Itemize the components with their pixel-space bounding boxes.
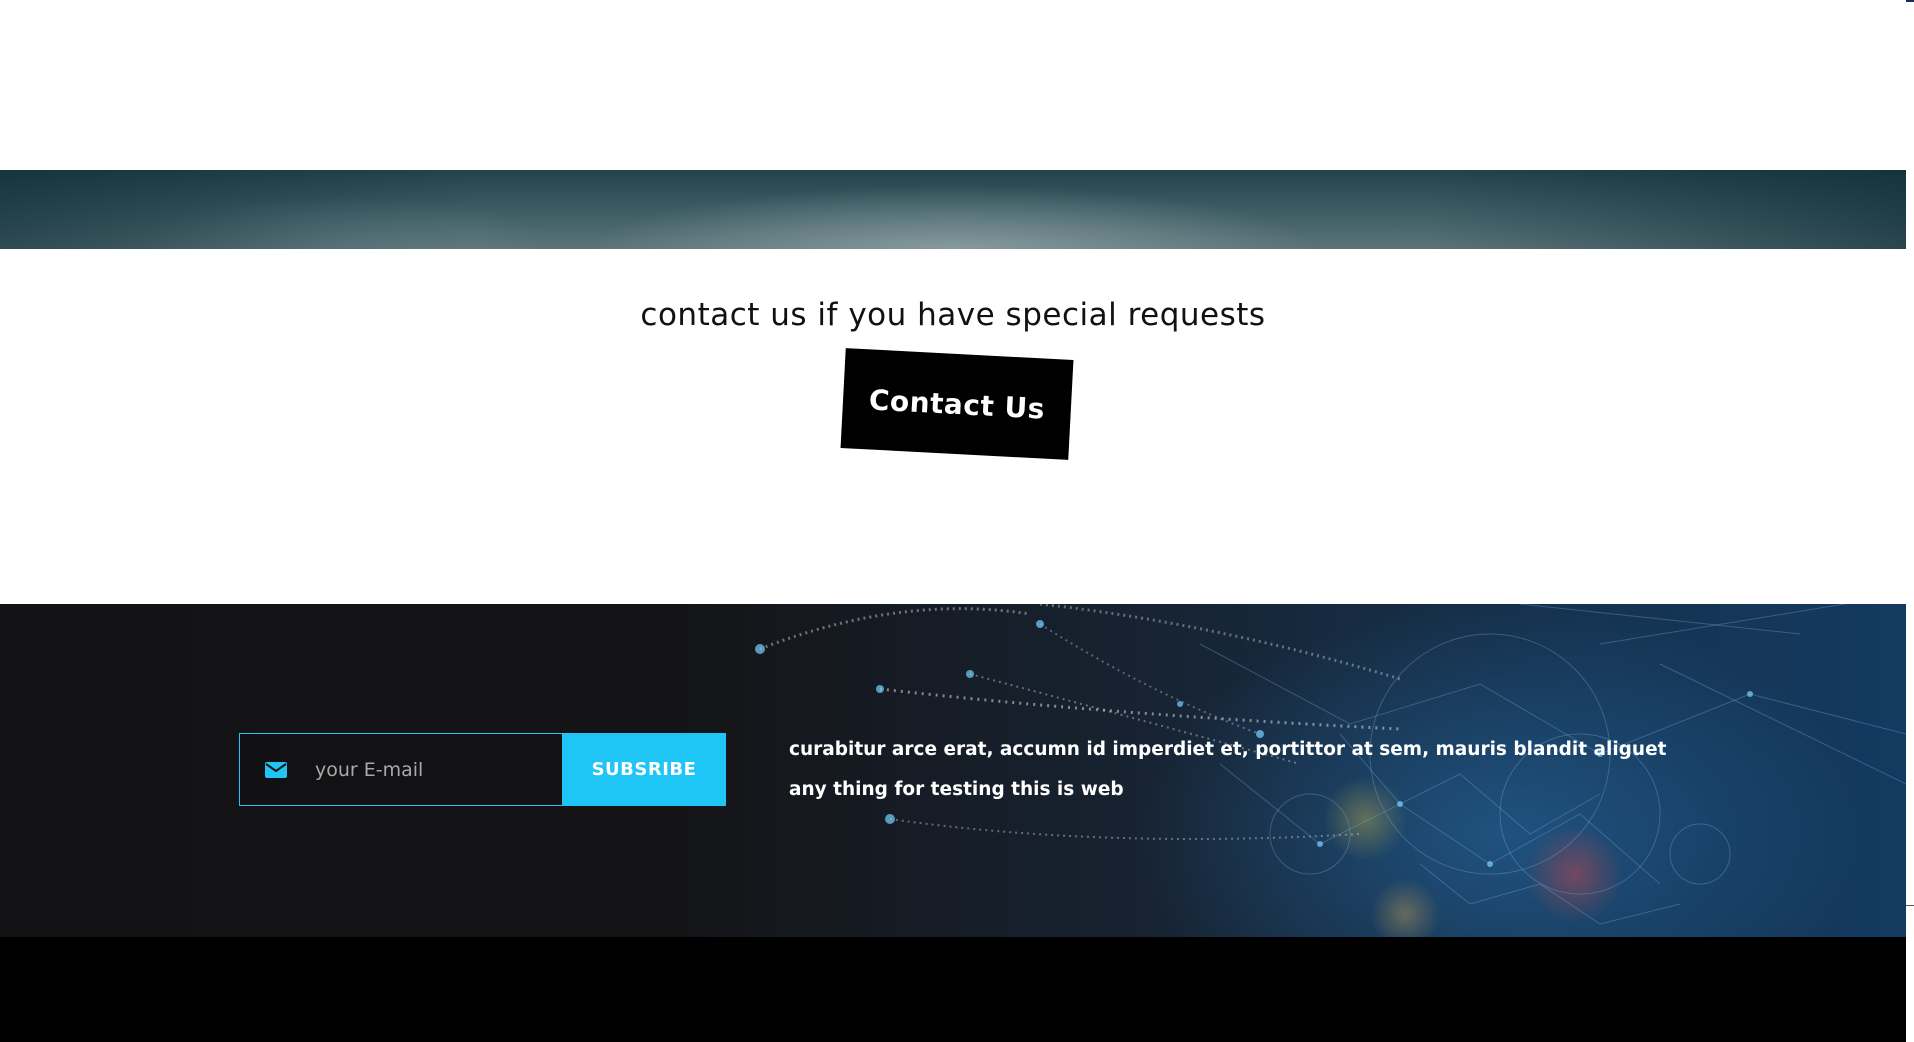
corner-mark bbox=[1906, 0, 1914, 2]
footer-bar bbox=[0, 937, 1906, 1042]
top-blank-area bbox=[0, 0, 1914, 170]
newsletter-description: curabitur arce erat, accumn id imperdiet… bbox=[789, 739, 1667, 800]
scrollbar-marker bbox=[1906, 905, 1914, 906]
banner-image-strip bbox=[0, 170, 1906, 249]
envelope-icon bbox=[265, 761, 287, 778]
contact-heading: contact us if you have special requests bbox=[640, 297, 1266, 333]
newsletter-section: SUBSRIBE curabitur arce erat, accumn id … bbox=[0, 604, 1906, 937]
email-field-wrapper bbox=[239, 733, 562, 806]
page: contact us if you have special requests … bbox=[0, 0, 1914, 1042]
subscribe-button[interactable]: SUBSRIBE bbox=[562, 733, 726, 806]
contact-section: contact us if you have special requests … bbox=[0, 249, 1906, 604]
contact-us-button[interactable]: Contact Us bbox=[840, 348, 1074, 460]
email-input[interactable] bbox=[313, 757, 557, 782]
